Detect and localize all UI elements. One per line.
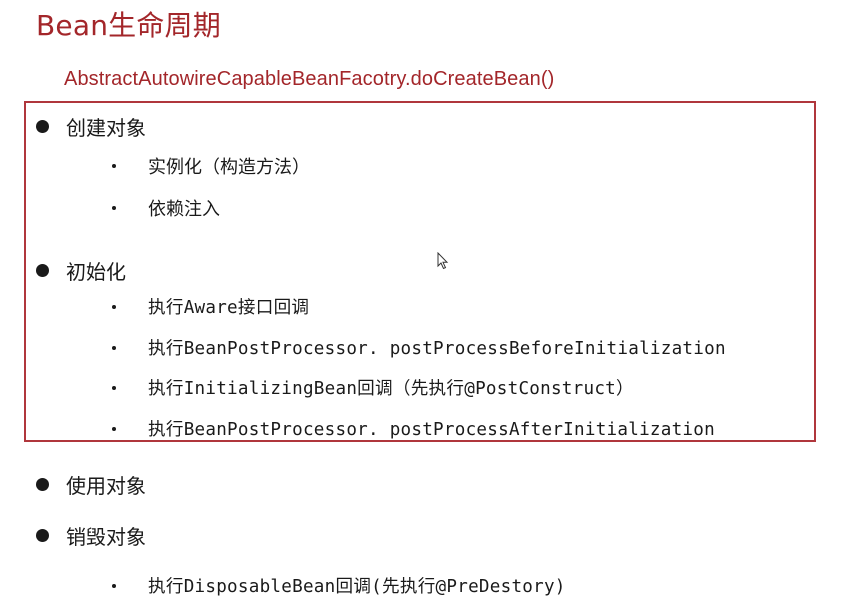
bullet-label: 销毁对象 [66,525,146,549]
sub-bullet-icon [112,206,116,210]
bullet-label: 使用对象 [66,474,146,498]
sub-bullet-icon [112,164,116,168]
sub-item-label: 执行Aware接口回调 [148,298,310,318]
bullet-dot-icon [36,529,49,542]
bullet-create-object: 创建对象 [36,112,146,141]
sub-bullet-icon [112,583,116,588]
sub-bullet-icon [112,345,116,350]
method-subtitle: AbstractAutowireCapableBeanFacotry.doCre… [64,68,555,90]
bullet-dot-icon [36,264,49,277]
sub-bullet-icon [112,426,116,431]
bullet-dot-icon [36,120,49,133]
sub-item-label: 依赖注入 [148,199,220,220]
bullet-initialize: 初始化 [36,256,126,285]
sub-item-label: 实例化（构造方法） [148,157,310,178]
sub-bullet-icon [112,385,116,390]
sub-item-aware-callback: 执行Aware接口回调 [112,294,309,319]
sub-item-label: 执行BeanPostProcessor. postProcessBeforeIn… [148,339,726,359]
sub-bullet-icon [112,304,116,309]
bullet-use-object: 使用对象 [36,470,146,499]
sub-item-disposable-bean: 执行DisposableBean回调(先执行@PreDestory) [112,573,566,598]
sub-item-label: 执行BeanPostProcessor. postProcessAfterIni… [148,420,715,440]
sub-item-label: 执行InitializingBean回调（先执行@PostConstruct） [148,379,634,399]
sub-item-label: 执行DisposableBean回调(先执行@PreDestory) [148,577,566,597]
bullet-label: 初始化 [66,260,126,284]
sub-item-initializing-bean: 执行InitializingBean回调（先执行@PostConstruct） [112,375,634,400]
page-title: Bean生命周期 [36,9,221,42]
sub-item-instantiate: 实例化（构造方法） [112,153,310,179]
bullet-destroy-object: 销毁对象 [36,521,146,550]
bullet-dot-icon [36,478,49,491]
bullet-label: 创建对象 [66,116,146,140]
mouse-pointer-icon [437,252,449,270]
sub-item-dependency-injection: 依赖注入 [112,195,220,221]
sub-item-post-process-before: 执行BeanPostProcessor. postProcessBeforeIn… [112,335,726,360]
sub-item-post-process-after: 执行BeanPostProcessor. postProcessAfterIni… [112,416,715,441]
